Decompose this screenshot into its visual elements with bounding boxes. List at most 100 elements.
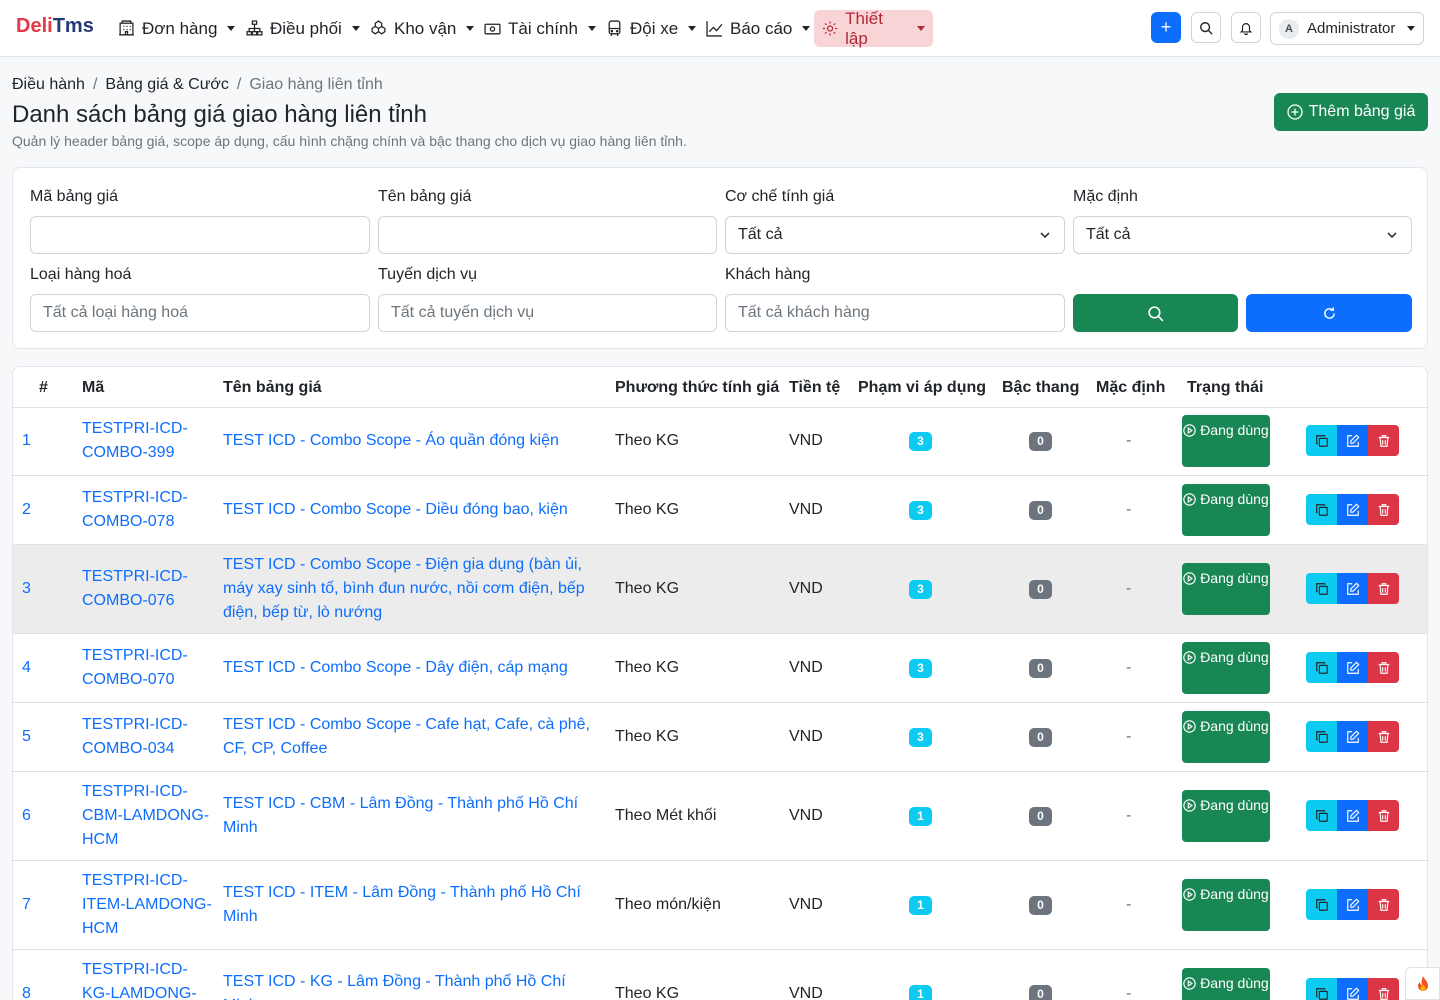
edit-button[interactable] <box>1337 425 1368 456</box>
copy-button[interactable] <box>1306 425 1337 456</box>
nav-settings[interactable]: Thiết lập <box>814 8 933 48</box>
nav-orders[interactable]: Đơn hàng <box>110 10 243 47</box>
row-name-link[interactable]: TEST ICD - Combo Scope - Điện gia dụng (… <box>223 545 601 633</box>
scope-count-badge: 1 <box>909 895 932 915</box>
row-name-link[interactable]: TEST ICD - Combo Scope - Diều đóng bao, … <box>223 476 601 544</box>
edit-button[interactable] <box>1337 652 1368 683</box>
row-name-link[interactable]: TEST ICD - Combo Scope - Áo quần đóng ki… <box>223 407 601 475</box>
status-toggle-button[interactable]: Đang dùng <box>1182 711 1270 763</box>
tiers-count-badge: 0 <box>1029 895 1052 915</box>
edit-button[interactable] <box>1337 800 1368 831</box>
row-name-link[interactable]: TEST ICD - CBM - Lâm Đồng - Thành phố Hồ… <box>223 772 601 860</box>
delete-button[interactable] <box>1368 652 1399 683</box>
row-method: Theo KG <box>615 659 680 676</box>
play-circle-icon <box>1183 720 1197 733</box>
row-code-link[interactable]: TESTPRI-ICD-COMBO-399 <box>82 407 212 475</box>
name-filter-input[interactable] <box>378 216 717 254</box>
delete-button[interactable] <box>1368 573 1399 604</box>
quick-add-button[interactable]: + <box>1151 12 1181 43</box>
copy-button[interactable] <box>1306 721 1337 752</box>
copy-button[interactable] <box>1306 573 1337 604</box>
search-button[interactable] <box>1191 12 1221 43</box>
row-index[interactable]: 7 <box>22 861 62 949</box>
nav-fleet[interactable]: Đội xe <box>598 10 704 47</box>
status-toggle-button[interactable]: Đang dùng <box>1182 415 1270 467</box>
row-index[interactable]: 6 <box>22 772 62 860</box>
nav-reports[interactable]: Báo cáo <box>698 10 818 47</box>
copy-button[interactable] <box>1306 800 1337 831</box>
copy-button[interactable] <box>1306 978 1337 1000</box>
brand-logo[interactable]: DeliTms <box>16 15 94 38</box>
row-code-link[interactable]: TESTPRI-ICD-COMBO-070 <box>82 634 212 702</box>
edit-icon <box>1346 582 1359 595</box>
nav-dispatch[interactable]: Điều phối <box>238 10 368 47</box>
page-title: Danh sách bảng giá giao hàng liên tỉnh <box>12 101 427 128</box>
breadcrumb-item-operations[interactable]: Điều hành <box>12 76 85 94</box>
default-filter-select[interactable]: Tất cả <box>1073 216 1412 254</box>
row-default: - <box>1126 985 1132 1000</box>
copy-button[interactable] <box>1306 652 1337 683</box>
status-toggle-button[interactable]: Đang dùng <box>1182 790 1270 842</box>
row-code-link[interactable]: TESTPRI-ICD-COMBO-076 <box>82 545 212 633</box>
diagram-icon <box>246 20 263 36</box>
customer-filter-select[interactable]: Tất cả khách hàng <box>725 294 1065 332</box>
row-code-link[interactable]: TESTPRI-ICD-CBM-LAMDONG-HCM <box>82 772 212 860</box>
row-index[interactable]: 8 <box>22 950 62 1000</box>
nav-warehouse[interactable]: Kho vận <box>362 10 482 47</box>
row-name-link[interactable]: TEST ICD - ITEM - Lâm Đồng - Thành phố H… <box>223 861 601 949</box>
delete-button[interactable] <box>1368 494 1399 525</box>
status-toggle-button[interactable]: Đang dùng <box>1182 563 1270 615</box>
row-code-link[interactable]: TESTPRI-ICD-COMBO-078 <box>82 476 212 544</box>
user-menu[interactable]: A Administrator <box>1270 12 1424 45</box>
row-name-link[interactable]: TEST ICD - Combo Scope - Cafe hạt, Cafe,… <box>223 703 601 771</box>
row-index[interactable]: 2 <box>22 476 62 544</box>
delete-button[interactable] <box>1368 800 1399 831</box>
reset-filter-button[interactable] <box>1246 294 1412 332</box>
status-toggle-button[interactable]: Đang dùng <box>1182 484 1270 536</box>
row-method: Theo KG <box>615 728 680 745</box>
row-index[interactable]: 4 <box>22 634 62 702</box>
row-index[interactable]: 1 <box>22 407 62 475</box>
add-price-table-button[interactable]: Thêm bảng giá <box>1274 93 1428 131</box>
status-toggle-button[interactable]: Đang dùng <box>1182 968 1270 1000</box>
caret-down-icon <box>587 26 596 31</box>
row-code-link[interactable]: TESTPRI-ICD-COMBO-034 <box>82 703 212 771</box>
code-filter-input[interactable] <box>30 216 370 254</box>
mechanism-filter-select[interactable]: Tất cả <box>725 216 1065 254</box>
caret-down-icon <box>466 26 475 31</box>
nav-finance[interactable]: Tài chính <box>476 10 604 47</box>
notifications-button[interactable] <box>1231 12 1261 43</box>
row-name-link[interactable]: TEST ICD - KG - Lâm Đồng - Thành phố Hồ … <box>223 950 601 1000</box>
status-toggle-button[interactable]: Đang dùng <box>1182 879 1270 931</box>
edit-button[interactable] <box>1337 573 1368 604</box>
delete-button[interactable] <box>1368 721 1399 752</box>
row-method: Theo KG <box>615 501 680 518</box>
table-row: 6 TESTPRI-ICD-CBM-LAMDONG-HCM TEST ICD - C… <box>13 772 1427 861</box>
delete-button[interactable] <box>1368 889 1399 920</box>
breadcrumb-item-pricing[interactable]: Bảng giá & Cước <box>105 76 228 94</box>
row-code-link[interactable]: TESTPRI-ICD-KG-LAMDONG-HCM <box>82 950 212 1000</box>
edit-icon <box>1346 503 1359 516</box>
row-name-link[interactable]: TEST ICD - Combo Scope - Dây điện, cáp m… <box>223 634 601 702</box>
delete-button[interactable] <box>1368 978 1399 1000</box>
goods-filter-select[interactable]: Tất cả loại hàng hoá <box>30 294 370 332</box>
copy-button[interactable] <box>1306 889 1337 920</box>
copy-button[interactable] <box>1306 494 1337 525</box>
row-index[interactable]: 3 <box>22 545 62 633</box>
edit-button[interactable] <box>1337 889 1368 920</box>
copy-icon <box>1315 582 1328 595</box>
row-method: Theo KG <box>615 985 680 1000</box>
table-row: 2 TESTPRI-ICD-COMBO-078 TEST ICD - Combo S… <box>13 476 1427 545</box>
edit-button[interactable] <box>1337 978 1368 1000</box>
delete-button[interactable] <box>1368 425 1399 456</box>
nav-settings-label: Thiết lập <box>845 8 883 48</box>
row-default: - <box>1126 501 1132 518</box>
edit-button[interactable] <box>1337 721 1368 752</box>
route-filter-select[interactable]: Tất cả tuyến dịch vụ <box>378 294 717 332</box>
search-submit-button[interactable] <box>1073 294 1238 332</box>
debug-toolbar-toggle[interactable] <box>1405 967 1440 1000</box>
row-code-link[interactable]: TESTPRI-ICD-ITEM-LAMDONG-HCM <box>82 861 212 949</box>
edit-button[interactable] <box>1337 494 1368 525</box>
status-toggle-button[interactable]: Đang dùng <box>1182 642 1270 694</box>
row-index[interactable]: 5 <box>22 703 62 771</box>
